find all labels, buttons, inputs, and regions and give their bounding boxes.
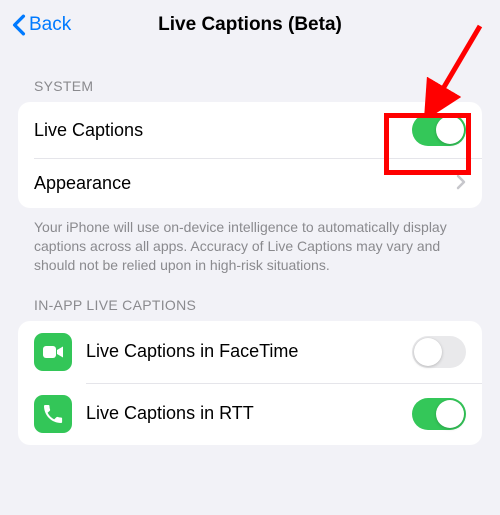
inapp-section: IN-APP LIVE CAPTIONS Live Captions in Fa… [0, 275, 500, 445]
phone-icon [34, 395, 72, 433]
toggle-knob [436, 400, 464, 428]
system-section: SYSTEM Live Captions Appearance Your iPh… [0, 50, 500, 275]
row-facetime[interactable]: Live Captions in FaceTime [18, 321, 482, 383]
row-live-captions-label: Live Captions [34, 120, 412, 141]
system-footer-text: Your iPhone will use on-device intellige… [18, 208, 482, 275]
chevron-right-icon [456, 170, 466, 196]
row-facetime-label: Live Captions in FaceTime [86, 341, 412, 362]
rtt-toggle[interactable] [412, 398, 466, 430]
row-rtt[interactable]: Live Captions in RTT [18, 383, 482, 445]
back-button[interactable]: Back [12, 0, 71, 50]
row-rtt-label: Live Captions in RTT [86, 403, 412, 424]
inapp-group: Live Captions in FaceTime Live Captions … [18, 321, 482, 445]
facetime-icon [34, 333, 72, 371]
system-group: Live Captions Appearance [18, 102, 482, 208]
page-title: Live Captions (Beta) [158, 14, 342, 36]
chevron-left-icon [12, 14, 26, 36]
facetime-toggle[interactable] [412, 336, 466, 368]
system-section-header: SYSTEM [18, 50, 482, 102]
row-appearance-label: Appearance [34, 173, 450, 194]
live-captions-toggle[interactable] [412, 114, 466, 146]
row-live-captions[interactable]: Live Captions [18, 102, 482, 158]
back-label: Back [29, 14, 71, 36]
toggle-knob [436, 116, 464, 144]
nav-bar: Back Live Captions (Beta) [0, 0, 500, 50]
row-appearance[interactable]: Appearance [18, 158, 482, 208]
inapp-section-header: IN-APP LIVE CAPTIONS [18, 275, 482, 321]
toggle-knob [414, 338, 442, 366]
